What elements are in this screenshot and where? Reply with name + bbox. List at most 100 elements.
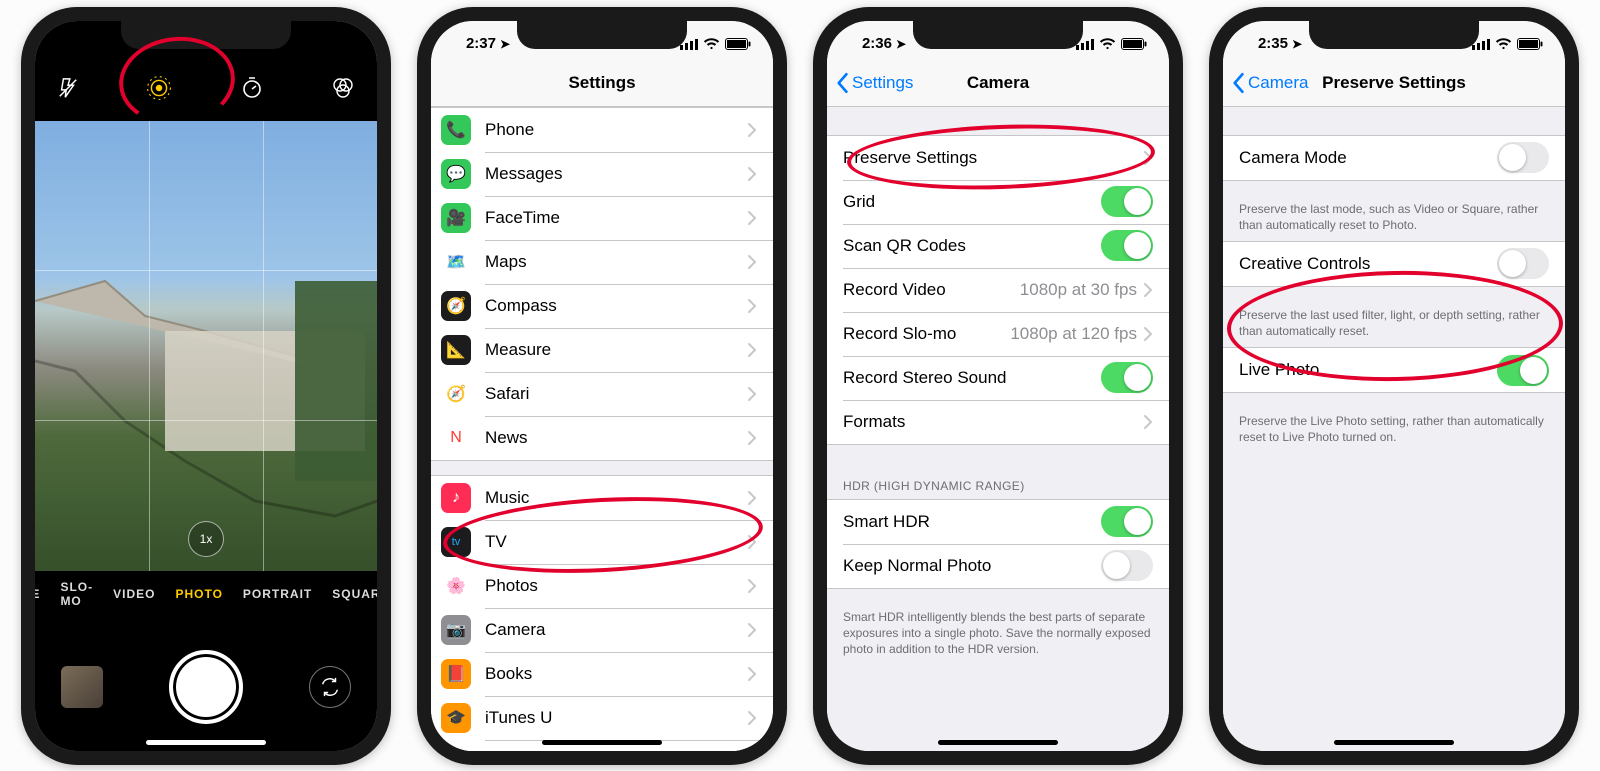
settings-row-compass[interactable]: 🧭 Compass	[431, 284, 773, 328]
grid-line	[263, 121, 264, 571]
row-formats[interactable]: Formats	[827, 400, 1169, 444]
toggle-camera-mode[interactable]	[1497, 142, 1549, 173]
home-indicator[interactable]	[542, 740, 662, 745]
row-label: Keep Normal Photo	[843, 556, 991, 576]
mode-slomo[interactable]: SLO-MO	[60, 580, 93, 608]
page-title: Settings	[568, 73, 635, 93]
settings-row-measure[interactable]: 📐 Measure	[431, 328, 773, 372]
toggle-grid[interactable]	[1101, 186, 1153, 217]
location-icon: ➤	[500, 37, 510, 51]
mode-portrait[interactable]: PORTRAIT	[243, 587, 312, 601]
news-app-icon: N	[441, 423, 471, 453]
row-live-photo[interactable]: Live Photo	[1223, 348, 1565, 392]
settings-row-phone[interactable]: 📞 Phone	[431, 108, 773, 152]
settings-row-photos[interactable]: 🌸 Photos	[431, 564, 773, 608]
notch	[1309, 21, 1479, 49]
row-label: Record Video	[843, 280, 946, 300]
shutter-button[interactable]	[169, 650, 243, 724]
live-photo-icon[interactable]	[146, 75, 172, 107]
chevron-icon	[747, 298, 757, 314]
row-smart-hdr[interactable]: Smart HDR	[827, 500, 1169, 544]
chevron-icon	[747, 166, 757, 182]
phone-2-settings: 2:37 ➤ Settings 📞 Phone 💬 Messages	[417, 7, 787, 765]
back-button[interactable]: Settings	[835, 61, 913, 106]
chevron-icon	[747, 430, 757, 446]
toggle-live-photo[interactable]	[1497, 355, 1549, 386]
row-grid[interactable]: Grid	[827, 180, 1169, 224]
back-button[interactable]: Camera	[1231, 61, 1308, 106]
section-footer: Preserve the last used filter, light, or…	[1223, 301, 1565, 347]
home-indicator[interactable]	[1334, 740, 1454, 745]
settings-row-facetime[interactable]: 🎥 FaceTime	[431, 196, 773, 240]
flip-camera-button[interactable]	[309, 666, 351, 708]
row-keep-normal-photo[interactable]: Keep Normal Photo	[827, 544, 1169, 588]
chevron-icon	[747, 490, 757, 506]
measure-app-icon: 📐	[441, 335, 471, 365]
home-indicator[interactable]	[146, 740, 266, 745]
row-label: iTunes U	[485, 708, 552, 728]
chevron-icon	[747, 622, 757, 638]
preserve-settings-list[interactable]: Camera Mode Preserve the last mode, such…	[1223, 107, 1565, 751]
mode-photo[interactable]: PHOTO	[175, 587, 222, 601]
row-label: Record Slo-mo	[843, 324, 956, 344]
toggle-record-stereo-sound[interactable]	[1101, 362, 1153, 393]
row-record-video[interactable]: Record Video 1080p at 30 fps	[827, 268, 1169, 312]
row-detail: 1080p at 30 fps	[1020, 280, 1143, 300]
row-label: Messages	[485, 164, 562, 184]
row-scan-qr-codes[interactable]: Scan QR Codes	[827, 224, 1169, 268]
screen-camera-settings: 2:36 ➤ Settings Camera Preserve Settings	[827, 21, 1169, 751]
back-label: Camera	[1248, 73, 1308, 93]
safari-app-icon: 🧭	[441, 379, 471, 409]
settings-row-music[interactable]: ♪ Music	[431, 476, 773, 520]
game-center-app-icon: ❇️	[441, 747, 471, 751]
row-preserve-settings[interactable]: Preserve Settings	[827, 136, 1169, 180]
page-title: Camera	[967, 73, 1029, 93]
section-footer: Preserve the last mode, such as Video or…	[1223, 195, 1565, 241]
row-label: Smart HDR	[843, 512, 930, 532]
row-label: Preserve Settings	[843, 148, 977, 168]
chevron-icon	[747, 578, 757, 594]
row-record-slo-mo[interactable]: Record Slo-mo 1080p at 120 fps	[827, 312, 1169, 356]
row-camera-mode[interactable]: Camera Mode	[1223, 136, 1565, 180]
settings-row-tv[interactable]: tv TV	[431, 520, 773, 564]
settings-row-safari[interactable]: 🧭 Safari	[431, 372, 773, 416]
phone-3-camera-settings: 2:36 ➤ Settings Camera Preserve Settings	[813, 7, 1183, 765]
recent-photo-thumbnail[interactable]	[61, 666, 103, 708]
mode-video[interactable]: VIDEO	[113, 587, 155, 601]
settings-row-news[interactable]: N News	[431, 416, 773, 460]
notch	[121, 21, 291, 49]
row-label: TV	[485, 532, 507, 552]
settings-row-messages[interactable]: 💬 Messages	[431, 152, 773, 196]
zoom-badge[interactable]: 1x	[188, 521, 224, 557]
row-label: Books	[485, 664, 532, 684]
settings-row-itunes-u[interactable]: 🎓 iTunes U	[431, 696, 773, 740]
nav-bar: Camera Preserve Settings	[1223, 61, 1565, 107]
filters-icon[interactable]	[331, 76, 355, 106]
settings-row-maps[interactable]: 🗺️ Maps	[431, 240, 773, 284]
home-indicator[interactable]	[938, 740, 1058, 745]
status-time: 2:36	[862, 35, 892, 52]
settings-row-camera[interactable]: 📷 Camera	[431, 608, 773, 652]
settings-row-books[interactable]: 📕 Books	[431, 652, 773, 696]
row-creative-controls[interactable]: Creative Controls	[1223, 242, 1565, 286]
mode-timelapse[interactable]: SE	[35, 587, 40, 601]
battery-icon	[725, 38, 751, 50]
camera-viewfinder[interactable]: 1x	[35, 121, 377, 571]
flash-icon[interactable]	[57, 77, 79, 105]
camera-settings-list[interactable]: Preserve Settings Grid Scan QR Codes Rec…	[827, 107, 1169, 751]
camera-app-surface: 1x SE SLO-MO VIDEO PHOTO PORTRAIT SQUARE	[35, 21, 377, 751]
battery-icon	[1517, 38, 1543, 50]
timer-icon[interactable]	[240, 76, 264, 106]
chevron-icon	[1143, 282, 1153, 298]
status-time: 2:37	[466, 35, 496, 52]
toggle-scan-qr-codes[interactable]	[1101, 230, 1153, 261]
books-app-icon: 📕	[441, 659, 471, 689]
toggle-keep-normal-photo[interactable]	[1101, 550, 1153, 581]
toggle-creative-controls[interactable]	[1497, 248, 1549, 279]
camera-mode-strip[interactable]: SE SLO-MO VIDEO PHOTO PORTRAIT SQUARE	[35, 575, 377, 613]
toggle-smart-hdr[interactable]	[1101, 506, 1153, 537]
mode-square[interactable]: SQUARE	[332, 587, 377, 601]
row-record-stereo-sound[interactable]: Record Stereo Sound	[827, 356, 1169, 400]
settings-list[interactable]: 📞 Phone 💬 Messages 🎥 FaceTime 🗺️ Maps 🧭 …	[431, 107, 773, 751]
row-label: Compass	[485, 296, 557, 316]
